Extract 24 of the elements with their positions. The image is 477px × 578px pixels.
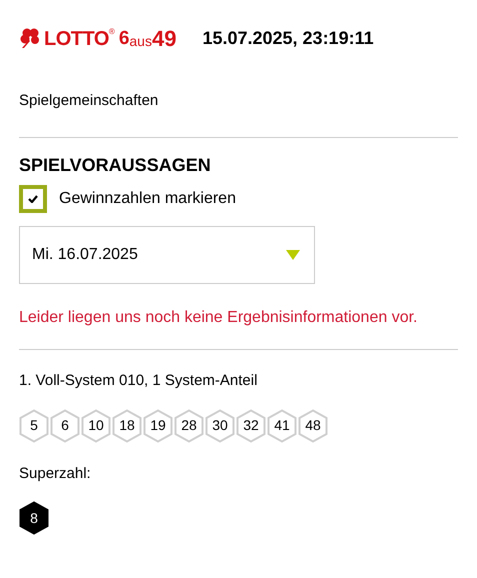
number-hexagon: 30 xyxy=(205,408,235,442)
number-hexagon: 10 xyxy=(81,408,111,442)
superzahl-hexagon: 8 xyxy=(19,501,49,535)
date-dropdown[interactable]: Mi. 16.07.2025 xyxy=(19,226,315,284)
number-hexagon: 28 xyxy=(174,408,204,442)
number-hexagon: 6 xyxy=(50,408,80,442)
checkbox[interactable] xyxy=(19,185,47,213)
logo: LOTTO® 6aus49 xyxy=(19,27,176,50)
clover-icon xyxy=(19,27,41,49)
ticket-title: 1. Voll-System 010, 1 System-Anteil xyxy=(19,371,258,391)
number-hexagon: 41 xyxy=(267,408,297,442)
checkmark-icon xyxy=(28,195,38,203)
number-hexagon: 5 xyxy=(19,408,49,442)
number-hexagon: 18 xyxy=(112,408,142,442)
section-title: SPIELVORAUSSAGEN xyxy=(19,154,212,177)
datetime: 15.07.2025, 23:19:11 xyxy=(202,27,374,50)
nav-link[interactable]: Spielgemeinschaften xyxy=(19,92,158,109)
superzahl-label: Superzahl: xyxy=(19,464,92,484)
number-hexagon: 32 xyxy=(236,408,266,442)
checkbox-label: Gewinnzahlen markieren xyxy=(59,189,236,209)
number-hexagon: 48 xyxy=(298,408,328,442)
error-message: Leider liegen uns noch keine Ergebnisinformationen vor. xyxy=(19,308,418,328)
number-hexagon: 19 xyxy=(143,408,173,442)
dropdown-arrow-icon xyxy=(286,250,300,260)
